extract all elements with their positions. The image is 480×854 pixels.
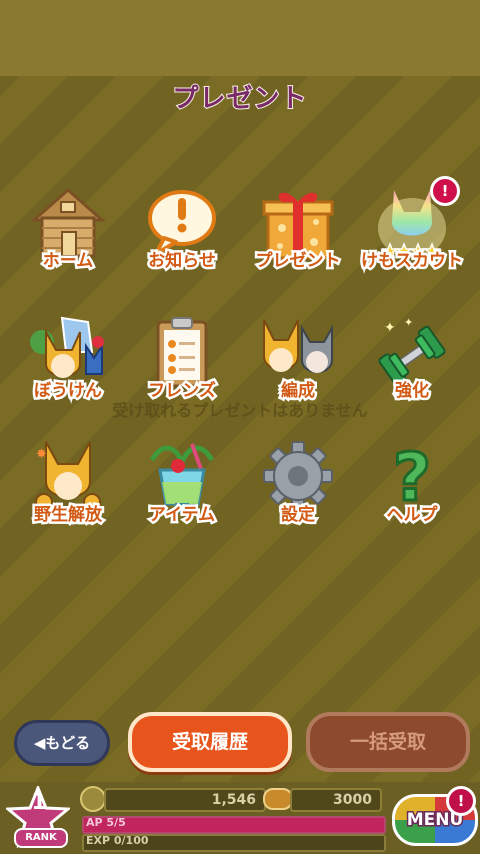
- menu-alert-badge: !: [446, 786, 476, 816]
- menu-tile-items[interactable]: アイテム: [126, 436, 238, 544]
- exp-text: EXP 0/100: [86, 834, 149, 847]
- ap-gauge-fill: [84, 818, 384, 832]
- coin-icon: [80, 786, 106, 812]
- tile-label: ヘルプ: [384, 503, 440, 528]
- menu-tile-formation[interactable]: 編成: [242, 312, 354, 420]
- japari-bun-count: 3000: [290, 788, 382, 812]
- back-arrow-icon: ◀: [33, 734, 46, 752]
- menu-tile-help[interactable]: ? ヘルプ: [356, 436, 468, 544]
- menu-tile-notices[interactable]: お知らせ: [126, 182, 238, 290]
- tile-label: けもスカウト: [359, 249, 466, 274]
- bulk-receive-button[interactable]: 一括受取: [306, 712, 470, 772]
- tile-label: お知らせ: [146, 249, 219, 274]
- back-button[interactable]: ◀もどる: [14, 720, 110, 766]
- menu-tile-adventure[interactable]: ぼうけん: [12, 312, 124, 420]
- tile-label: フレンズ: [146, 379, 219, 404]
- rank-label: RANK: [14, 828, 68, 848]
- tile-label: ぼうけん: [32, 379, 105, 404]
- coin-count: 1,546: [104, 788, 266, 812]
- japari-bun-icon: [263, 788, 293, 810]
- tile-label: 編成: [279, 379, 318, 404]
- menu-tile-wild-release[interactable]: ✸ 野生解放: [12, 436, 124, 544]
- title-area: プレゼント: [0, 78, 480, 118]
- tile-label: 野生解放: [32, 503, 105, 528]
- scout-alert-badge: !: [430, 176, 460, 206]
- menu-tile-home[interactable]: ホーム: [12, 182, 124, 290]
- tile-label: プレゼント: [253, 249, 343, 274]
- svg-text:✸: ✸: [36, 447, 47, 462]
- rank-value: 1: [31, 790, 47, 815]
- menu-tile-kemo-scout[interactable]: ! けもスカウト: [356, 176, 468, 290]
- menu-tile-present[interactable]: プレゼント: [242, 182, 354, 290]
- tile-label: アイテム: [146, 503, 217, 528]
- menu-tile-power-up[interactable]: ✦ ✦ 強化: [356, 312, 468, 420]
- svg-text:✦: ✦: [404, 316, 413, 329]
- page-title: プレゼント: [171, 83, 308, 115]
- menu-tile-settings[interactable]: 設定: [242, 436, 354, 544]
- svg-text:✦: ✦: [384, 320, 396, 336]
- receive-history-button[interactable]: 受取履歴: [128, 712, 292, 772]
- tile-label: 強化: [393, 379, 432, 404]
- tile-label: 設定: [279, 503, 318, 528]
- ap-text: AP 5/5: [86, 816, 126, 829]
- tile-label: ホーム: [40, 249, 96, 274]
- back-label: もどる: [45, 734, 91, 752]
- present-screen: プレゼント 受け取れるプレゼントはありません ホーム お知らせ プレゼント ! …: [0, 0, 480, 854]
- ap-gauge: [82, 816, 386, 834]
- menu-tile-friends[interactable]: フレンズ: [126, 312, 238, 420]
